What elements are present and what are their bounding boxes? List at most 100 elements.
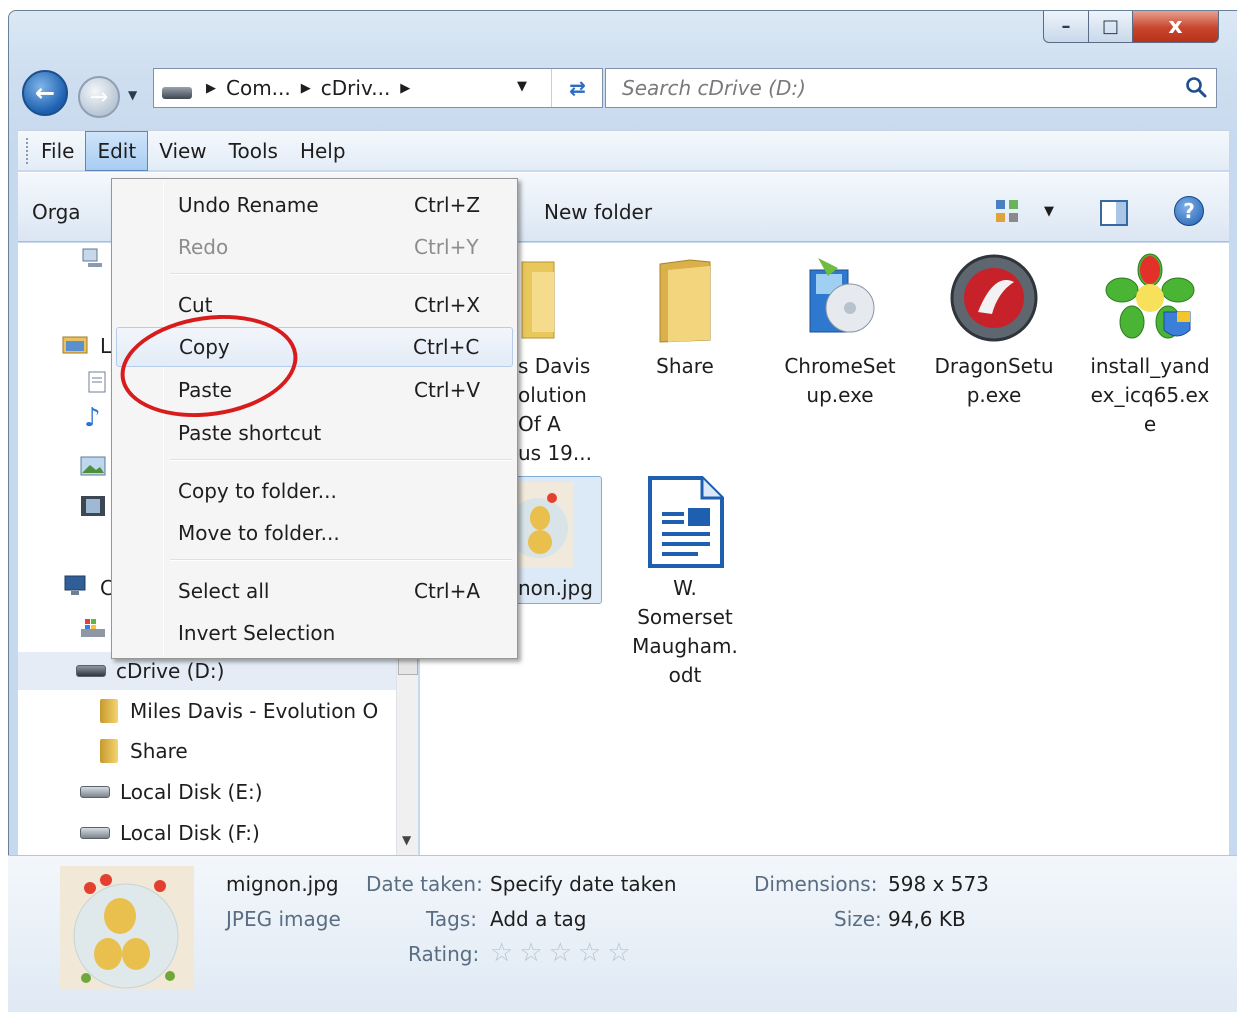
file-item-maugham-odt[interactable]: W. Somerset Maugham. odt: [615, 476, 755, 690]
file-name-line: ex_icq65.ex: [1090, 383, 1210, 407]
preview-pane-icon[interactable]: [1100, 200, 1128, 226]
menu-item-label: Invert Selection: [178, 621, 336, 645]
windows-drive-icon: [81, 619, 105, 637]
menu-help[interactable]: Help: [289, 131, 357, 171]
menu-item-copy-to-folder[interactable]: Copy to folder...: [112, 471, 517, 511]
hard-disk-icon: [80, 786, 110, 798]
menu-item-shortcut: Ctrl+A: [414, 579, 481, 603]
folder-icon: [100, 739, 118, 763]
file-item-share[interactable]: Share: [615, 252, 755, 381]
file-name-line: us 19...: [518, 441, 592, 465]
refresh-icon[interactable]: ⇄: [551, 69, 603, 107]
file-name-line: olution: [518, 383, 587, 407]
scroll-down-icon[interactable]: ▼: [402, 833, 411, 847]
star-icon[interactable]: ☆: [519, 940, 542, 966]
menu-view[interactable]: View: [148, 131, 217, 171]
star-icon[interactable]: ☆: [607, 940, 630, 966]
menu-item-label: Move to folder...: [178, 521, 340, 545]
rating-stars[interactable]: ☆ ☆ ☆ ☆ ☆: [490, 940, 631, 966]
search-input[interactable]: [620, 75, 1160, 101]
music-icon: ♪: [84, 403, 101, 433]
menu-edit[interactable]: Edit: [85, 130, 149, 171]
file-item-dragonsetup[interactable]: DragonSetu p.exe: [924, 252, 1064, 410]
close-button[interactable]: x: [1133, 11, 1219, 43]
file-item-chromesetup[interactable]: ChromeSet up.exe: [770, 252, 910, 410]
nav-item-label: Share: [130, 739, 188, 763]
details-dimensions-label: Dimensions:: [754, 872, 878, 896]
menu-file[interactable]: File: [30, 131, 85, 171]
nav-libraries-label[interactable]: L: [100, 327, 111, 365]
star-icon[interactable]: ☆: [490, 940, 513, 966]
chevron-right-icon[interactable]: ▶: [206, 81, 216, 96]
folder-icon: [659, 259, 711, 343]
help-icon[interactable]: ?: [1174, 196, 1204, 226]
hard-disk-icon: [80, 827, 110, 839]
menu-item-shortcut: Ctrl+X: [414, 293, 481, 317]
menu-item-cut[interactable]: Cut Ctrl+X: [112, 285, 517, 325]
menu-item-select-all[interactable]: Select all Ctrl+A: [112, 571, 517, 611]
details-tags-label: Tags:: [426, 907, 478, 931]
drive-icon: [162, 87, 192, 99]
file-name-line: W.: [673, 576, 697, 600]
chevron-right-icon[interactable]: ▶: [400, 81, 410, 96]
caption-buttons: – □ x: [1043, 11, 1219, 43]
details-date-value[interactable]: Specify date taken: [490, 872, 677, 896]
file-item-install-yandex-icq[interactable]: install_yand ex_icq65.ex e: [1080, 252, 1220, 439]
nav-item-label: Local Disk (F:): [120, 821, 260, 845]
menu-tools[interactable]: Tools: [218, 131, 289, 171]
nav-item-label: Miles Davis - Evolution O: [130, 699, 379, 723]
menu-item-label: Paste shortcut: [178, 421, 322, 445]
menu-item-shortcut: Ctrl+Y: [414, 235, 479, 259]
menu-separator: [170, 559, 512, 561]
change-view-icon[interactable]: [994, 198, 1020, 224]
file-name-line: up.exe: [806, 383, 874, 407]
menu-item-move-to-folder[interactable]: Move to folder...: [112, 513, 517, 553]
menu-separator: [170, 459, 512, 461]
drive-icon: [76, 665, 106, 677]
address-dropdown-icon[interactable]: ▼: [517, 79, 527, 94]
file-name-line: ChromeSet: [784, 354, 896, 378]
search-box[interactable]: [605, 68, 1217, 108]
breadcrumb-computer[interactable]: Com...: [226, 76, 291, 100]
nav-item-label: Local Disk (E:): [120, 780, 263, 804]
view-options-dropdown[interactable]: ▼: [1044, 204, 1054, 219]
details-tags-value[interactable]: Add a tag: [490, 907, 586, 931]
recent-pages-dropdown[interactable]: ▼: [128, 88, 137, 102]
menu-item-undo-rename[interactable]: Undo Rename Ctrl+Z: [112, 185, 517, 225]
details-rating-label: Rating:: [408, 942, 480, 966]
computer-icon: [64, 575, 86, 595]
file-name-line: non.jpg: [518, 576, 593, 600]
menu-item-label: Select all: [178, 579, 270, 603]
address-bar[interactable]: ▶ Com... ▶ cDriv... ▶ ▼ ⇄: [153, 68, 603, 108]
nav-item-local-disk-e[interactable]: Local Disk (E:): [80, 773, 263, 811]
forward-button[interactable]: →: [78, 76, 120, 118]
search-icon[interactable]: [1184, 75, 1208, 99]
nav-item-share[interactable]: Share: [100, 732, 188, 770]
star-icon[interactable]: ☆: [549, 940, 572, 966]
folder-icon: [100, 699, 118, 723]
menu-item-redo[interactable]: Redo Ctrl+Y: [112, 227, 517, 267]
breadcrumb-cdrive[interactable]: cDriv...: [321, 76, 391, 100]
menu-item-paste-shortcut[interactable]: Paste shortcut: [112, 413, 517, 453]
file-name-line: Somerset: [637, 605, 733, 629]
chevron-right-icon[interactable]: ▶: [301, 81, 311, 96]
minimize-button[interactable]: –: [1043, 11, 1089, 43]
organize-button[interactable]: Orga: [32, 200, 81, 224]
star-icon[interactable]: ☆: [578, 940, 601, 966]
maximize-button[interactable]: □: [1089, 11, 1133, 43]
file-name-line: e: [1143, 412, 1157, 436]
edit-menu-dropdown: Undo Rename Ctrl+Z Redo Ctrl+Y Cut Ctrl+…: [111, 178, 518, 659]
new-folder-button[interactable]: New folder: [544, 200, 652, 224]
menu-item-shortcut: Ctrl+V: [414, 378, 481, 402]
details-dimensions-value: 598 x 573: [888, 872, 989, 896]
libraries-icon: [62, 336, 88, 354]
nav-item-miles-davis[interactable]: Miles Davis - Evolution O: [100, 692, 378, 730]
file-name-line: Maugham.: [632, 634, 738, 658]
icq-flower-icon: [1105, 253, 1195, 339]
back-button[interactable]: ←: [22, 70, 68, 116]
file-name-line: install_yand: [1090, 354, 1210, 378]
nav-item-local-disk-f[interactable]: Local Disk (F:): [80, 814, 260, 852]
menu-item-invert-selection[interactable]: Invert Selection: [112, 613, 517, 653]
menu-item-label: Redo: [178, 235, 229, 259]
arrow-right-icon: →: [89, 84, 109, 110]
